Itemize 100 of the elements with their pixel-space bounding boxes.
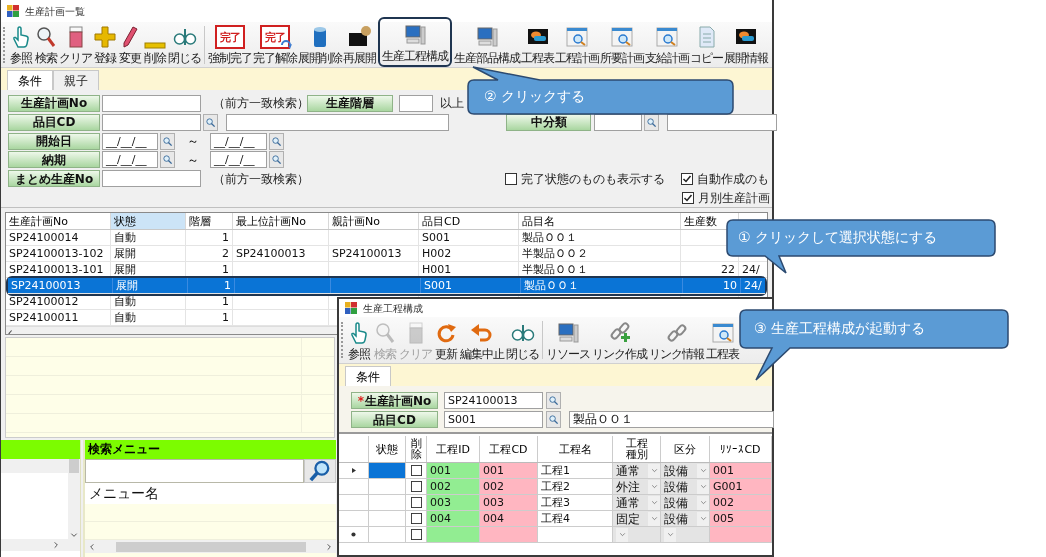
search-button[interactable] (203, 113, 218, 131)
column-header[interactable]: 最上位計画No (233, 213, 329, 229)
toolbar-button[interactable]: 工程表 (705, 317, 740, 363)
column-header[interactable]: 生産計画No (6, 213, 111, 229)
checkbox[interactable] (682, 191, 694, 204)
checkbox[interactable] (410, 497, 422, 508)
scrollbar[interactable] (68, 459, 80, 539)
toolbar-button[interactable]: 登録 (93, 22, 117, 67)
input-field[interactable]: SP24100013 (444, 392, 543, 409)
dropdown-cell[interactable]: 外注 (613, 479, 661, 494)
checkbox[interactable] (681, 172, 693, 185)
toolbar-button[interactable]: 検索 (34, 22, 58, 67)
input-field[interactable] (226, 113, 449, 131)
toolbar-button[interactable]: 所要計画 (600, 22, 644, 67)
search-button[interactable] (269, 151, 284, 169)
date-field[interactable]: __/__/__ (102, 151, 158, 169)
toolbar-button[interactable]: 完了 完了解除 (253, 22, 297, 67)
window-search-icon (565, 25, 589, 49)
dropdown-cell[interactable]: 設備 (661, 479, 710, 494)
toolbar-button[interactable]: 参照 (9, 22, 33, 67)
search-button[interactable] (304, 459, 336, 483)
input-field[interactable]: S001 (444, 411, 543, 428)
input-field[interactable] (102, 113, 201, 131)
column-header: 削除 (406, 436, 427, 462)
table-row[interactable]: SP24100013 展開 1 S001 製品ＯＯ１ 10 24/ (8, 278, 765, 294)
tab[interactable]: 条件 (345, 366, 391, 386)
table-cell: 1 (186, 294, 233, 309)
toolbar-button[interactable]: リンク情報 (648, 317, 705, 363)
toolbar-button[interactable]: 閉じる (168, 22, 201, 67)
checkbox[interactable] (505, 172, 517, 185)
scrollbar-thumb[interactable] (69, 459, 79, 473)
dropdown-cell[interactable]: 設備 (661, 495, 710, 510)
input-field[interactable] (667, 113, 777, 131)
checkbox[interactable] (410, 529, 422, 540)
toolbar-button[interactable]: コピー (690, 22, 723, 67)
toolbar-button[interactable]: 展開削除 (298, 22, 342, 67)
toolbar-button[interactable]: 更新 (433, 317, 459, 363)
toolbar-button[interactable]: 編集中止 (459, 317, 505, 363)
checkbox[interactable] (410, 481, 422, 492)
input-field[interactable] (102, 94, 201, 112)
toolbar-button[interactable]: 生産部品構成 (454, 22, 520, 67)
table-row[interactable]: 004 004 工程4 固定 設備 005 (339, 511, 772, 527)
dropdown-cell[interactable]: 設備 (661, 463, 710, 478)
checkbox[interactable] (410, 513, 422, 524)
toolbar-button[interactable]: クリア (59, 22, 92, 67)
scroll-right-icon (325, 542, 333, 551)
tab[interactable]: 親子 (53, 70, 99, 90)
column-header[interactable]: 品目名 (519, 213, 681, 229)
toolbar-button[interactable]: 展開情報 (724, 22, 768, 67)
date-field[interactable]: __/__/__ (102, 132, 158, 150)
dropdown-cell[interactable]: 通常 (613, 495, 661, 510)
search-button[interactable] (546, 392, 561, 409)
checkbox[interactable] (410, 465, 422, 476)
scrollbar[interactable] (85, 540, 336, 553)
toolbar-button[interactable]: リソース (545, 317, 591, 363)
table-row[interactable]: 002 002 工程2 外注 設備 G001 (339, 479, 772, 495)
toolbar-button[interactable]: 工程計画 (555, 22, 599, 67)
column-header: 工程名 (538, 436, 613, 462)
scrollbar[interactable] (1, 539, 80, 551)
date-field[interactable]: __/__/__ (210, 132, 267, 150)
toolbar-button[interactable]: 変更 (118, 22, 142, 67)
dropdown-cell[interactable] (661, 527, 710, 542)
toolbar-button[interactable]: 再展開 (343, 22, 376, 67)
minus-icon (143, 42, 167, 49)
toolbar-button[interactable]: 完了 強制完了 (208, 22, 252, 67)
search-button[interactable] (160, 151, 175, 169)
dropdown-cell[interactable]: 通常 (613, 463, 661, 478)
column-header: 工程ID (427, 436, 480, 462)
table-cell: 展開 (111, 262, 186, 277)
column-header[interactable]: 品目CD (419, 213, 519, 229)
tab[interactable]: 条件 (7, 70, 53, 90)
field-label: 品目CD (8, 113, 100, 131)
table-cell: SP24100011 (6, 310, 111, 325)
search-field[interactable] (85, 459, 304, 483)
search-button[interactable] (160, 132, 175, 150)
toolbar-button[interactable]: 支給計画 (645, 22, 689, 67)
toolbar-button[interactable]: 生産工程構成 (382, 19, 448, 65)
dropdown-cell[interactable]: 固定 (613, 511, 661, 526)
search-button[interactable] (269, 132, 284, 150)
table-cell: 展開 (111, 246, 186, 261)
toolbar-button[interactable]: 参照 (346, 317, 372, 363)
dropdown-cell[interactable]: 設備 (661, 511, 710, 526)
column-header[interactable]: 親計画No (329, 213, 419, 229)
date-field[interactable]: __/__/__ (210, 151, 267, 169)
column-header[interactable]: 階層 (186, 213, 233, 229)
table-cell: 1 (186, 310, 233, 325)
scrollbar-thumb[interactable] (115, 541, 306, 552)
input-field[interactable] (399, 94, 433, 112)
table-row[interactable]: 003 003 工程3 通常 設備 002 (339, 495, 772, 511)
toolbar-button[interactable]: リンク作成 (591, 317, 648, 363)
toolbar-button[interactable]: 閉じる (505, 317, 540, 363)
toolbar-button[interactable]: 工程表 (521, 22, 554, 67)
input-field[interactable] (102, 170, 201, 188)
column-header[interactable]: 状態 (111, 213, 186, 229)
toolbar-button[interactable]: 削除 (143, 22, 167, 67)
table-cell: H001 (419, 262, 519, 277)
table-cell[interactable] (369, 463, 406, 478)
input-field[interactable]: 製品ＯＯ１ (569, 411, 774, 428)
dropdown-cell[interactable] (613, 527, 661, 542)
search-button[interactable] (546, 411, 561, 428)
